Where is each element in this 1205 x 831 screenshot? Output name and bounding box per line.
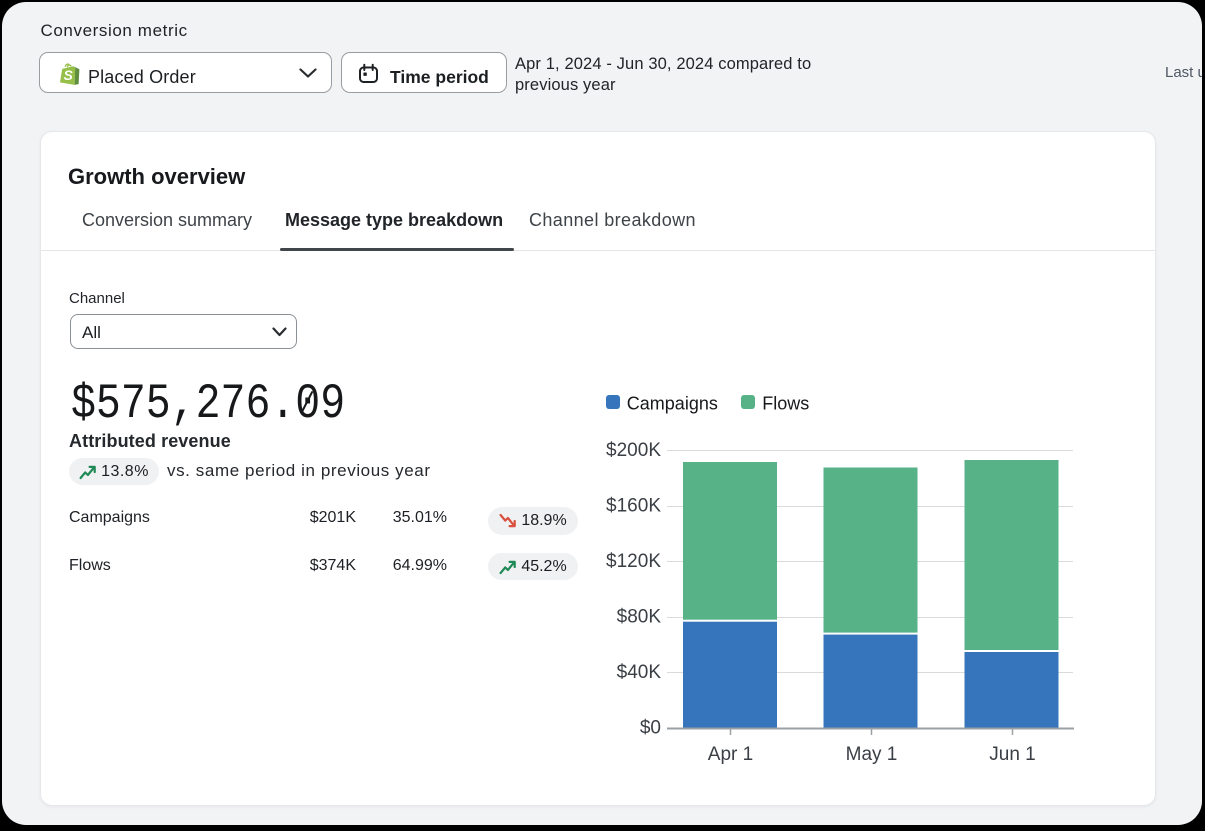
svg-text:$80K: $80K	[617, 607, 662, 628]
svg-text:$200K: $200K	[606, 440, 661, 461]
svg-text:Jun 1: Jun 1	[989, 744, 1035, 765]
svg-text:Campaigns: Campaigns	[627, 393, 718, 413]
svg-text:$0: $0	[640, 718, 661, 739]
svg-text:$40K: $40K	[617, 662, 662, 683]
svg-text:Apr 1: Apr 1	[708, 744, 753, 765]
svg-text:May 1: May 1	[846, 744, 898, 765]
svg-text:Flows: Flows	[762, 393, 809, 413]
svg-text:S: S	[64, 67, 74, 83]
svg-text:$120K: $120K	[606, 551, 661, 572]
svg-text:$160K: $160K	[606, 496, 661, 517]
